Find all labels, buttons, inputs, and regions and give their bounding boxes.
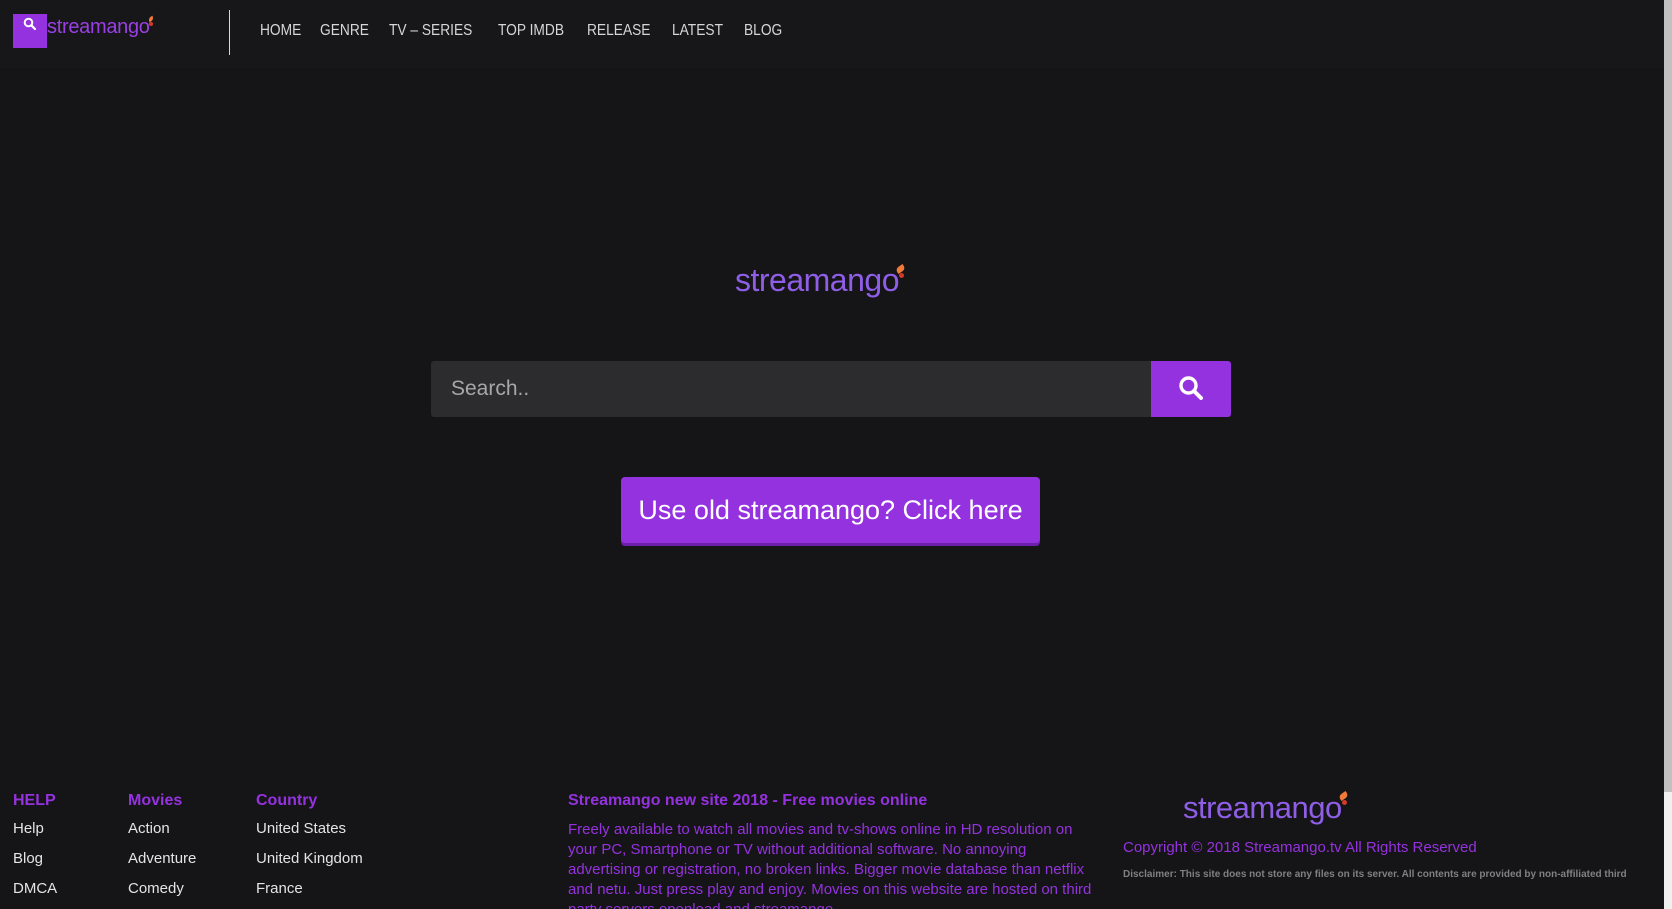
logo-mango-icon [148, 22, 153, 26]
footer-logo: streamango [1183, 790, 1349, 826]
logo-search-icon [13, 14, 47, 48]
hero-logo-mango-icon [898, 273, 904, 278]
logo-text: streamango [47, 16, 150, 38]
footer-copyright: Copyright © 2018 Streamango.tv All Right… [1123, 839, 1477, 856]
page: streamango HOME GENRE TV – SERIES TOP IM… [0, 0, 1672, 909]
old-site-button[interactable]: Use old streamango? Click here [621, 477, 1040, 543]
footer-country-heading: Country [256, 792, 318, 809]
footer-movies-column: Movies Action Adventure Comedy [128, 792, 196, 909]
top-navigation-bar: streamango HOME GENRE TV – SERIES TOP IM… [0, 0, 1664, 68]
footer-logo-mango-icon [1341, 800, 1347, 805]
hero-logo-text: streamango [735, 262, 899, 298]
main-nav: HOME GENRE TV – SERIES TOP IMDB RELEASE … [260, 22, 782, 40]
search-button[interactable] [1151, 361, 1231, 417]
nav-tv-series[interactable]: TV – SERIES [389, 22, 472, 40]
scrollbar-thumb[interactable] [1664, 0, 1672, 792]
footer-logo-text: streamango [1183, 790, 1342, 825]
footer-about-title: Streamango new site 2018 - Free movies o… [568, 792, 928, 809]
footer-about: Streamango new site 2018 - Free movies o… [568, 792, 1098, 909]
footer-link-comedy[interactable]: Comedy [128, 880, 196, 909]
footer-brand: streamango Copyright © 2018 Streamango.t… [1123, 790, 1643, 881]
footer-link-blog[interactable]: Blog [13, 850, 57, 880]
logo-wordmark: streamango [47, 15, 155, 39]
footer-link-france[interactable]: France [256, 880, 363, 909]
search-icon [1178, 375, 1204, 404]
nav-latest[interactable]: LATEST [672, 22, 723, 40]
header-divider [229, 10, 230, 55]
footer-link-united-kingdom[interactable]: United Kingdom [256, 850, 363, 880]
footer-help-heading: HELP [13, 792, 56, 809]
footer-country-column: Country United States United Kingdom Fra… [256, 792, 363, 909]
nav-genre[interactable]: GENRE [320, 22, 369, 40]
footer-movies-heading: Movies [128, 792, 183, 809]
footer-link-adventure[interactable]: Adventure [128, 850, 196, 880]
hero-logo: streamango [735, 262, 915, 299]
footer-help-column: HELP Help Blog DMCA [13, 792, 57, 909]
footer-disclaimer: Disclaimer: This site does not store any… [1123, 869, 1627, 880]
footer-about-text: Freely available to watch all movies and… [568, 821, 1092, 909]
search-input[interactable] [431, 361, 1151, 417]
search-bar [431, 361, 1231, 417]
nav-top-imdb[interactable]: TOP IMDB [498, 22, 564, 40]
header-logo[interactable]: streamango [13, 14, 155, 50]
scrollbar[interactable] [1664, 0, 1672, 909]
footer-link-dmca[interactable]: DMCA [13, 880, 57, 909]
footer-link-action[interactable]: Action [128, 820, 196, 850]
footer-link-united-states[interactable]: United States [256, 820, 363, 850]
footer-link-help[interactable]: Help [13, 820, 57, 850]
hero-logo-wordmark: streamango [735, 262, 906, 299]
nav-blog[interactable]: BLOG [744, 22, 782, 40]
nav-release[interactable]: RELEASE [587, 22, 650, 40]
nav-home[interactable]: HOME [260, 22, 301, 40]
